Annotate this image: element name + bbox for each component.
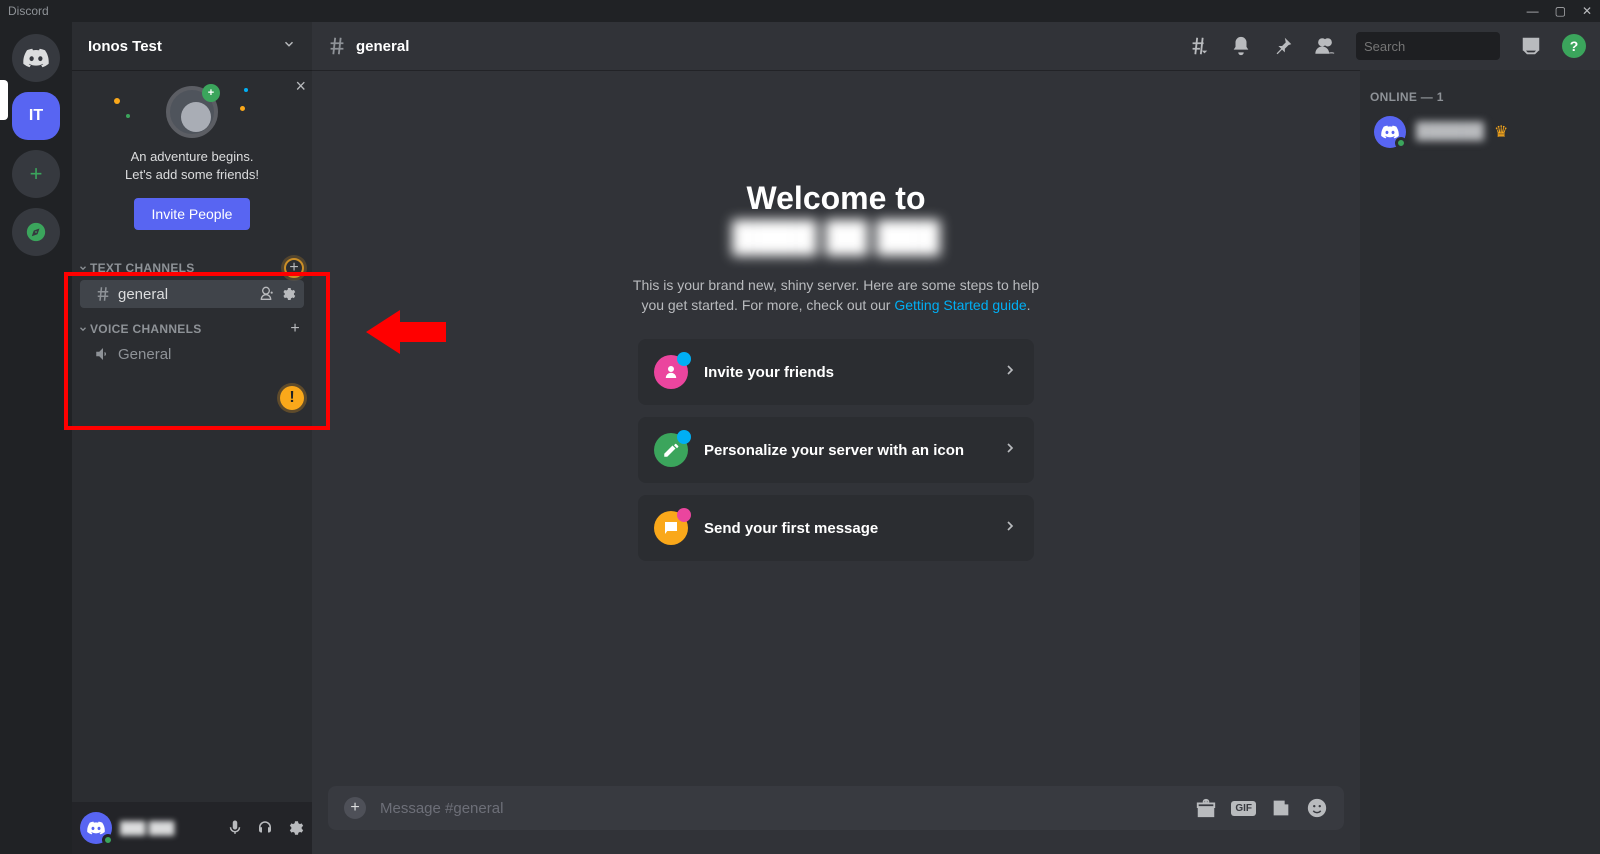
- text-channels-header[interactable]: TEXT CHANNELS +: [72, 248, 312, 278]
- main-area: general ? Welcome to ████ ██ ███: [312, 22, 1600, 854]
- chevron-right-icon: [1002, 362, 1018, 383]
- card-first-message[interactable]: Send your first message: [638, 495, 1034, 561]
- channel-general[interactable]: general: [80, 280, 304, 308]
- attach-button[interactable]: +: [344, 797, 366, 819]
- text-channels-label: TEXT CHANNELS: [90, 261, 195, 275]
- user-avatar[interactable]: [80, 812, 112, 844]
- compass-icon: [25, 221, 47, 243]
- hash-icon: [326, 35, 348, 57]
- title-bar: Discord — ▢ ✕: [0, 0, 1600, 22]
- member-avatar: [1374, 116, 1406, 148]
- voice-channel-general[interactable]: General: [80, 340, 304, 368]
- hash-icon: [94, 285, 112, 303]
- pin-icon[interactable]: [1272, 35, 1294, 57]
- server-name: Ionos Test: [88, 38, 162, 55]
- card-personalize-label: Personalize your server with an icon: [704, 442, 964, 459]
- personalize-card-icon: [654, 433, 688, 467]
- add-server-button[interactable]: +: [12, 150, 60, 198]
- owner-crown-icon: ♛: [1494, 122, 1508, 142]
- invite-banner: × + An adventure begins. Let's add some …: [72, 70, 312, 248]
- welcome-server-name: ████ ██ ███: [536, 221, 1136, 255]
- card-personalize[interactable]: Personalize your server with an icon: [638, 417, 1034, 483]
- welcome-desc-line2: you get started. For more, check out our: [641, 297, 894, 313]
- guild-bar: IT +: [0, 22, 72, 854]
- app-name: Discord: [8, 4, 49, 18]
- channel-name: general: [118, 286, 168, 303]
- voice-channel-name: General: [118, 346, 171, 363]
- avatar-placeholder: +: [166, 86, 218, 138]
- plus-badge-icon: +: [202, 84, 220, 102]
- server-header[interactable]: Ionos Test: [72, 22, 312, 70]
- invite-card-icon: [654, 355, 688, 389]
- invite-people-button[interactable]: Invite People: [134, 198, 251, 230]
- threads-icon[interactable]: [1188, 35, 1210, 57]
- chat-area: Welcome to ████ ██ ███ This is your bran…: [312, 70, 1360, 854]
- bell-icon[interactable]: [1230, 35, 1252, 57]
- add-voice-channel-button[interactable]: +: [286, 320, 304, 338]
- member-name: ██████: [1416, 123, 1484, 141]
- invite-text-line1: An adventure begins.: [84, 148, 300, 166]
- window-close-icon[interactable]: ✕: [1582, 4, 1592, 18]
- channel-header: general ?: [312, 22, 1600, 70]
- members-icon[interactable]: [1314, 35, 1336, 57]
- voice-channels-header[interactable]: VOICE CHANNELS +: [72, 310, 312, 338]
- member-row[interactable]: ██████ ♛: [1370, 114, 1590, 150]
- invite-channel-icon[interactable]: [258, 286, 274, 302]
- chevron-down-icon: [282, 37, 296, 56]
- add-text-channel-button[interactable]: +: [284, 258, 304, 278]
- sticker-icon[interactable]: [1270, 797, 1292, 819]
- gif-button[interactable]: GIF: [1231, 801, 1256, 816]
- voice-channels-label: VOICE CHANNELS: [90, 322, 202, 336]
- compose-placeholder: Message #general: [380, 800, 1181, 817]
- emoji-icon[interactable]: [1306, 797, 1328, 819]
- chevron-right-icon: [1002, 440, 1018, 461]
- welcome-title: Welcome to: [536, 180, 1136, 217]
- guild-pill: [0, 80, 8, 120]
- close-icon[interactable]: ×: [295, 76, 306, 97]
- gift-icon[interactable]: [1195, 797, 1217, 819]
- getting-started-link[interactable]: Getting Started guide: [894, 297, 1026, 313]
- message-card-icon: [654, 511, 688, 545]
- home-button[interactable]: [12, 34, 60, 82]
- attention-badge-icon: !: [280, 386, 304, 410]
- search-input[interactable]: [1364, 39, 1540, 54]
- explore-button[interactable]: [12, 208, 60, 256]
- settings-icon[interactable]: [286, 819, 304, 837]
- window-minimize-icon[interactable]: —: [1527, 4, 1539, 18]
- card-invite-label: Invite your friends: [704, 364, 834, 381]
- gear-icon[interactable]: [280, 286, 296, 302]
- compose-bar[interactable]: + Message #general GIF: [328, 786, 1344, 830]
- members-online-header: ONLINE — 1: [1370, 90, 1590, 104]
- invite-text-line2: Let's add some friends!: [84, 166, 300, 184]
- search-box[interactable]: [1356, 32, 1500, 60]
- card-invite-friends[interactable]: Invite your friends: [638, 339, 1034, 405]
- window-maximize-icon[interactable]: ▢: [1555, 4, 1566, 18]
- chevron-right-icon: [1002, 518, 1018, 539]
- discord-logo-icon: [23, 48, 49, 68]
- mute-icon[interactable]: [226, 819, 244, 837]
- channel-header-name: general: [356, 38, 409, 55]
- user-name: ███ ███: [120, 821, 174, 835]
- deafen-icon[interactable]: [256, 819, 274, 837]
- channel-sidebar: Ionos Test × + An adventure begins. Let'…: [72, 22, 312, 854]
- inbox-icon[interactable]: [1520, 35, 1542, 57]
- user-panel: ███ ███: [72, 802, 312, 854]
- welcome-block: Welcome to ████ ██ ███ This is your bran…: [536, 180, 1136, 561]
- help-button[interactable]: ?: [1562, 34, 1586, 58]
- members-panel: ONLINE — 1 ██████ ♛: [1360, 70, 1600, 854]
- welcome-desc-line1: This is your brand new, shiny server. He…: [633, 277, 1039, 293]
- speaker-icon: [94, 345, 112, 363]
- card-first-message-label: Send your first message: [704, 520, 878, 537]
- guild-server[interactable]: IT: [12, 92, 60, 140]
